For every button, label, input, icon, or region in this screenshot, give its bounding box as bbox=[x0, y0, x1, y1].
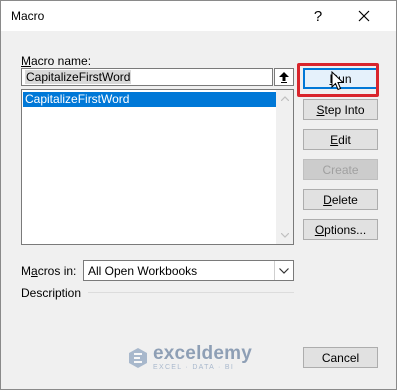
edit-button[interactable]: Edit bbox=[303, 129, 378, 150]
create-button: Create bbox=[303, 159, 378, 180]
step-into-label-rest: tep Into bbox=[324, 102, 365, 117]
step-into-hotkey: S bbox=[316, 102, 325, 117]
macros-in-dropdown-button[interactable] bbox=[274, 261, 293, 280]
description-area bbox=[21, 299, 294, 337]
edit-label-rest: dit bbox=[338, 132, 351, 147]
macro-name-value: CapitalizeFirstWord bbox=[25, 70, 132, 84]
options-button[interactable]: Options... bbox=[303, 219, 378, 240]
exceldemy-logo-icon bbox=[129, 347, 147, 368]
delete-label-rest: elete bbox=[331, 192, 358, 207]
scroll-up-icon bbox=[280, 96, 289, 101]
exceldemy-watermark: exceldemy EXCEL · DATA · BI bbox=[127, 344, 252, 371]
macro-list[interactable]: CapitalizeFirstWord bbox=[21, 89, 294, 245]
list-scrollbar[interactable] bbox=[276, 90, 293, 244]
delete-button[interactable]: Delete bbox=[303, 189, 378, 210]
options-hotkey: O bbox=[314, 222, 325, 237]
title-bar: Macro ? bbox=[1, 1, 396, 31]
cursor-icon bbox=[331, 71, 345, 91]
cancel-label: Cancel bbox=[321, 350, 360, 365]
help-button[interactable]: ? bbox=[305, 3, 331, 29]
dropdown-chevron-icon bbox=[279, 267, 289, 274]
watermark-brand: exceldemy bbox=[153, 343, 252, 364]
macro-name-hotkey: M bbox=[21, 54, 31, 68]
description-divider bbox=[88, 292, 294, 293]
list-item[interactable]: CapitalizeFirstWord bbox=[23, 92, 277, 107]
step-into-button[interactable]: Step Into bbox=[303, 99, 378, 120]
macro-dialog: Macro ? Macro name: CapitalizeFirstWord … bbox=[0, 0, 397, 390]
help-label: ? bbox=[313, 7, 323, 25]
options-label-rest: ptions... bbox=[324, 222, 367, 237]
watermark-text: exceldemy EXCEL · DATA · BI bbox=[153, 344, 252, 371]
scroll-down-icon bbox=[280, 233, 289, 238]
edit-hotkey: E bbox=[330, 132, 339, 147]
macros-in-hotkey: a bbox=[31, 264, 38, 278]
close-icon bbox=[358, 10, 370, 22]
macros-in-label-prefix: M bbox=[21, 264, 31, 278]
up-arrow-icon bbox=[279, 71, 289, 83]
scroll-down-button[interactable] bbox=[276, 227, 293, 244]
description-label: Description bbox=[21, 286, 82, 300]
macro-name-label: Macro name: bbox=[21, 54, 91, 68]
macros-in-select[interactable]: All Open Workbooks bbox=[83, 260, 294, 281]
macros-in-label-rest: cros in: bbox=[37, 264, 77, 278]
macros-in-label: Macros in: bbox=[21, 264, 76, 278]
cancel-button[interactable]: Cancel bbox=[303, 347, 378, 368]
create-label: Create bbox=[322, 162, 359, 177]
macros-in-value: All Open Workbooks bbox=[88, 264, 198, 278]
macro-name-label-rest: acro name: bbox=[31, 54, 92, 68]
close-button[interactable] bbox=[351, 3, 377, 29]
macro-name-field[interactable]: CapitalizeFirstWord bbox=[21, 68, 273, 86]
watermark-tagline: EXCEL · DATA · BI bbox=[153, 364, 235, 371]
scroll-up-button[interactable] bbox=[276, 90, 293, 107]
window-title: Macro bbox=[11, 9, 45, 23]
macro-name-up-button[interactable] bbox=[274, 68, 294, 86]
delete-hotkey: D bbox=[323, 192, 332, 207]
